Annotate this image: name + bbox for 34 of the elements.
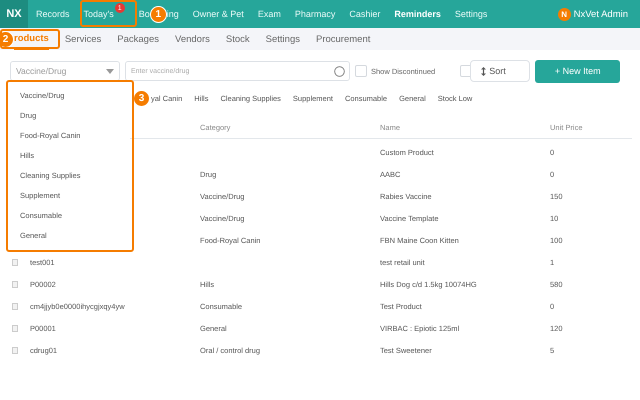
sort-button[interactable]: Sort — [470, 60, 530, 82]
step-marker: 1 — [150, 6, 167, 22]
highlight-frame — [80, 0, 137, 27]
nav-item[interactable]: Records — [36, 9, 70, 19]
nav-item[interactable]: Owner & Pet — [192, 9, 244, 19]
user-name[interactable]: NxVet Admin — [574, 8, 628, 20]
checkbox[interactable] — [355, 65, 367, 77]
tab[interactable]: Services — [64, 28, 102, 50]
step-marker: 3 — [133, 90, 150, 107]
nav-item-text[interactable]: ing — [166, 9, 179, 19]
nav-item[interactable]: Exam — [258, 9, 281, 19]
nav-item[interactable]: Settings — [454, 9, 488, 19]
nav-item[interactable]: Reminders — [394, 9, 441, 19]
user-avatar[interactable]: N — [558, 8, 571, 20]
image-icon — [12, 258, 18, 266]
image-icon — [12, 280, 18, 288]
sort-icon — [481, 66, 486, 76]
category-select[interactable]: Vaccine/Drug — [10, 61, 120, 81]
image-icon — [12, 302, 18, 310]
caret-icon — [106, 68, 114, 74]
nav-item[interactable]: Today's — [84, 9, 114, 19]
app-logo[interactable]: NX — [0, 0, 28, 28]
nav-item[interactable]: Pharmacy — [294, 9, 336, 19]
tab[interactable]: Stock — [226, 28, 250, 50]
new-item-button[interactable]: + New Item — [535, 60, 620, 82]
nav-item[interactable]: Bo — [138, 9, 150, 19]
image-icon — [12, 346, 18, 354]
tab[interactable]: Vendors — [175, 28, 210, 50]
tab[interactable]: Settings — [266, 28, 300, 50]
nav-item[interactable]: Cashier — [349, 9, 380, 19]
image-icon — [12, 324, 18, 332]
tab[interactable]: Procurement — [316, 28, 370, 50]
highlight-frame — [0, 29, 60, 49]
tab[interactable]: Packages — [117, 28, 160, 50]
